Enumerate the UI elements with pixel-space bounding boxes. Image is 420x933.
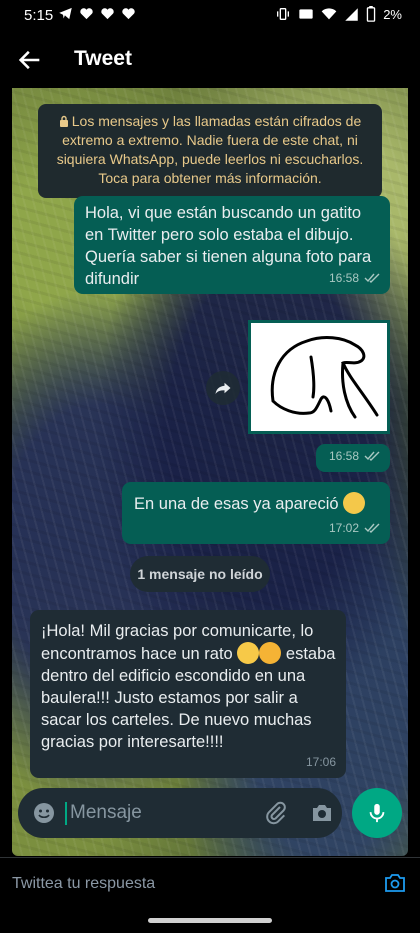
message-bubble-outgoing[interactable]: En una de esas ya apareció 17:02 [122,482,390,544]
notification-icons [58,6,136,21]
status-time: 5:15 [24,7,54,24]
telegram-icon [59,7,72,20]
message-bubble-incoming[interactable]: ¡Hola! Mil gracias por comunicarte, lo e… [30,610,346,778]
heart-icon [122,8,135,20]
double-check-icon [364,451,380,461]
unread-indicator: 1 mensaje no leído [130,556,270,592]
message-meta: 17:02 [329,517,380,539]
lock-icon [59,115,68,127]
voice-record-button[interactable] [352,788,402,838]
camera-icon[interactable] [310,801,334,825]
signal-icon [345,7,358,21]
cat-drawing-image [270,336,379,419]
message-input[interactable] [70,800,250,826]
worried-face-emoji [343,492,366,514]
app-bar: Tweet [0,32,420,88]
battery-icon [366,6,376,22]
double-check-icon [364,523,380,533]
image-attachment[interactable] [248,320,390,434]
image-meta-bubble: 16:58 [316,444,390,472]
back-arrow-icon[interactable] [16,46,44,74]
encryption-text: Los mensajes y las llamadas están cifrad… [56,113,364,186]
vibrate-icon [277,8,290,20]
home-indicator[interactable] [148,918,272,923]
text-cursor [65,802,67,825]
message-time: 17:06 [305,755,336,769]
cat-face-emoji [259,642,282,664]
message-time: 16:58 [328,271,359,285]
chat-screenshot: Los mensajes y las llamadas están cifrad… [12,88,408,856]
microphone-icon [369,803,385,823]
message-text: En una de esas ya apareció [134,495,339,513]
camera-icon[interactable] [383,871,407,895]
message-bubble-outgoing[interactable]: Hola, vi que están buscando un gatito en… [74,196,390,294]
reply-input[interactable] [12,872,352,896]
wifi-icon [321,8,337,20]
smiling-face-emoji [237,642,260,664]
message-meta: 16:58 [329,267,380,289]
attach-icon[interactable] [264,801,288,825]
encryption-notice[interactable]: Los mensajes y las llamadas están cifrad… [38,104,382,198]
page-title: Tweet [74,47,132,70]
volte-icon [299,9,313,19]
battery-percent: 2% [383,6,402,22]
message-meta: 17:06 [306,751,336,773]
system-icons: 2% [275,6,402,22]
emoji-icon[interactable] [32,801,56,825]
message-meta: 16:58 [329,445,380,467]
message-composer [18,788,342,838]
heart-icon [101,8,114,20]
double-check-icon [364,273,380,283]
status-bar: 5:15 2% [0,0,420,32]
reply-bar [0,858,420,910]
forward-icon [215,382,231,394]
message-time: 16:58 [328,449,359,463]
heart-icon [80,8,93,20]
forward-button[interactable] [206,371,240,405]
message-time: 17:02 [328,521,359,535]
